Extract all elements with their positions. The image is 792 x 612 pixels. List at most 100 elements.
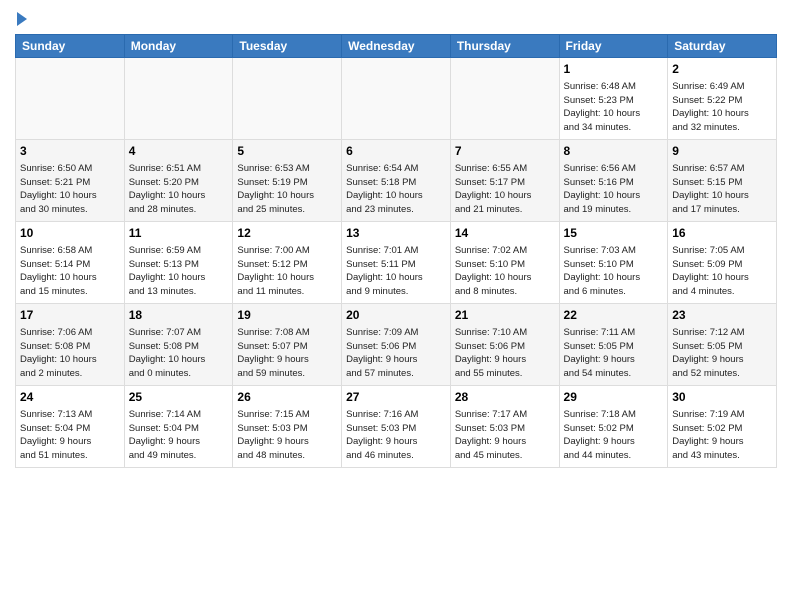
calendar-cell: 20 Sunrise: 7:09 AM Sunset: 5:06 PM Dayli… bbox=[342, 304, 451, 386]
day-number: 24 bbox=[20, 389, 120, 406]
day-info: Sunrise: 6:50 AM Sunset: 5:21 PM Dayligh… bbox=[20, 162, 120, 217]
calendar-cell: 3 Sunrise: 6:50 AM Sunset: 5:21 PM Daylig… bbox=[16, 140, 125, 222]
days-of-week-row: SundayMondayTuesdayWednesdayThursdayFrid… bbox=[16, 35, 777, 58]
day-number: 2 bbox=[672, 61, 772, 78]
day-info: Sunrise: 7:15 AM Sunset: 5:03 PM Dayligh… bbox=[237, 408, 337, 463]
day-info: Sunrise: 7:19 AM Sunset: 5:02 PM Dayligh… bbox=[672, 408, 772, 463]
day-info: Sunrise: 7:09 AM Sunset: 5:06 PM Dayligh… bbox=[346, 326, 446, 381]
day-number: 20 bbox=[346, 307, 446, 324]
page-container: SundayMondayTuesdayWednesdayThursdayFrid… bbox=[0, 0, 792, 476]
calendar-cell: 4Sunrise: 6:51 AM Sunset: 5:20 PM Daylig… bbox=[124, 140, 233, 222]
calendar-cell: 15 Sunrise: 7:03 AM Sunset: 5:10 PM Dayli… bbox=[559, 222, 668, 304]
day-number: 29 bbox=[564, 389, 664, 406]
calendar-cell: 26 Sunrise: 7:15 AM Sunset: 5:03 PM Dayli… bbox=[233, 386, 342, 468]
calendar-cell: 10 Sunrise: 6:58 AM Sunset: 5:14 PM Dayli… bbox=[16, 222, 125, 304]
calendar-cell bbox=[16, 58, 125, 140]
day-of-week-saturday: Saturday bbox=[668, 35, 777, 58]
day-info: Sunrise: 7:03 AM Sunset: 5:10 PM Dayligh… bbox=[564, 244, 664, 299]
calendar-cell bbox=[450, 58, 559, 140]
day-info: Sunrise: 6:48 AM Sunset: 5:23 PM Dayligh… bbox=[564, 80, 664, 135]
day-number: 23 bbox=[672, 307, 772, 324]
logo-arrow-icon bbox=[17, 12, 27, 26]
calendar-cell: 8Sunrise: 6:56 AM Sunset: 5:16 PM Daylig… bbox=[559, 140, 668, 222]
day-number: 4 bbox=[129, 143, 229, 160]
day-number: 6 bbox=[346, 143, 446, 160]
calendar-cell: 28 Sunrise: 7:17 AM Sunset: 5:03 PM Dayli… bbox=[450, 386, 559, 468]
week-row-5: 24 Sunrise: 7:13 AM Sunset: 5:04 PM Dayli… bbox=[16, 386, 777, 468]
day-info: Sunrise: 7:11 AM Sunset: 5:05 PM Dayligh… bbox=[564, 326, 664, 381]
day-number: 9 bbox=[672, 143, 772, 160]
day-info: Sunrise: 6:49 AM Sunset: 5:22 PM Dayligh… bbox=[672, 80, 772, 135]
calendar-cell: 5Sunrise: 6:53 AM Sunset: 5:19 PM Daylig… bbox=[233, 140, 342, 222]
day-info: Sunrise: 7:12 AM Sunset: 5:05 PM Dayligh… bbox=[672, 326, 772, 381]
calendar-cell: 1Sunrise: 6:48 AM Sunset: 5:23 PM Daylig… bbox=[559, 58, 668, 140]
calendar-cell: 22 Sunrise: 7:11 AM Sunset: 5:05 PM Dayli… bbox=[559, 304, 668, 386]
day-number: 19 bbox=[237, 307, 337, 324]
calendar-cell: 12 Sunrise: 7:00 AM Sunset: 5:12 PM Dayli… bbox=[233, 222, 342, 304]
calendar-body: 1Sunrise: 6:48 AM Sunset: 5:23 PM Daylig… bbox=[16, 58, 777, 468]
day-of-week-friday: Friday bbox=[559, 35, 668, 58]
day-number: 8 bbox=[564, 143, 664, 160]
day-info: Sunrise: 7:05 AM Sunset: 5:09 PM Dayligh… bbox=[672, 244, 772, 299]
week-row-4: 17Sunrise: 7:06 AM Sunset: 5:08 PM Dayli… bbox=[16, 304, 777, 386]
calendar-cell bbox=[233, 58, 342, 140]
day-number: 25 bbox=[129, 389, 229, 406]
calendar-cell: 16Sunrise: 7:05 AM Sunset: 5:09 PM Dayli… bbox=[668, 222, 777, 304]
day-number: 15 bbox=[564, 225, 664, 242]
calendar-cell: 11 Sunrise: 6:59 AM Sunset: 5:13 PM Dayli… bbox=[124, 222, 233, 304]
day-info: Sunrise: 6:55 AM Sunset: 5:17 PM Dayligh… bbox=[455, 162, 555, 217]
day-info: Sunrise: 7:18 AM Sunset: 5:02 PM Dayligh… bbox=[564, 408, 664, 463]
day-number: 10 bbox=[20, 225, 120, 242]
day-number: 11 bbox=[129, 225, 229, 242]
day-info: Sunrise: 7:02 AM Sunset: 5:10 PM Dayligh… bbox=[455, 244, 555, 299]
calendar-cell: 25 Sunrise: 7:14 AM Sunset: 5:04 PM Dayli… bbox=[124, 386, 233, 468]
day-info: Sunrise: 6:57 AM Sunset: 5:15 PM Dayligh… bbox=[672, 162, 772, 217]
day-number: 28 bbox=[455, 389, 555, 406]
day-of-week-sunday: Sunday bbox=[16, 35, 125, 58]
week-row-2: 3 Sunrise: 6:50 AM Sunset: 5:21 PM Daylig… bbox=[16, 140, 777, 222]
day-number: 3 bbox=[20, 143, 120, 160]
header bbox=[15, 10, 777, 26]
calendar-cell bbox=[124, 58, 233, 140]
day-info: Sunrise: 7:01 AM Sunset: 5:11 PM Dayligh… bbox=[346, 244, 446, 299]
day-of-week-thursday: Thursday bbox=[450, 35, 559, 58]
day-number: 7 bbox=[455, 143, 555, 160]
day-info: Sunrise: 7:17 AM Sunset: 5:03 PM Dayligh… bbox=[455, 408, 555, 463]
calendar-table: SundayMondayTuesdayWednesdayThursdayFrid… bbox=[15, 34, 777, 468]
calendar-cell: 23 Sunrise: 7:12 AM Sunset: 5:05 PM Dayli… bbox=[668, 304, 777, 386]
day-info: Sunrise: 7:14 AM Sunset: 5:04 PM Dayligh… bbox=[129, 408, 229, 463]
day-info: Sunrise: 7:16 AM Sunset: 5:03 PM Dayligh… bbox=[346, 408, 446, 463]
week-row-3: 10 Sunrise: 6:58 AM Sunset: 5:14 PM Dayli… bbox=[16, 222, 777, 304]
week-row-1: 1Sunrise: 6:48 AM Sunset: 5:23 PM Daylig… bbox=[16, 58, 777, 140]
day-number: 12 bbox=[237, 225, 337, 242]
day-info: Sunrise: 7:13 AM Sunset: 5:04 PM Dayligh… bbox=[20, 408, 120, 463]
calendar-cell: 18 Sunrise: 7:07 AM Sunset: 5:08 PM Dayli… bbox=[124, 304, 233, 386]
calendar-cell: 6 Sunrise: 6:54 AM Sunset: 5:18 PM Daylig… bbox=[342, 140, 451, 222]
calendar-cell: 27 Sunrise: 7:16 AM Sunset: 5:03 PM Dayli… bbox=[342, 386, 451, 468]
calendar-cell: 29 Sunrise: 7:18 AM Sunset: 5:02 PM Dayli… bbox=[559, 386, 668, 468]
calendar-cell: 21 Sunrise: 7:10 AM Sunset: 5:06 PM Dayli… bbox=[450, 304, 559, 386]
logo bbox=[15, 10, 27, 26]
day-number: 30 bbox=[672, 389, 772, 406]
calendar-cell: 17Sunrise: 7:06 AM Sunset: 5:08 PM Dayli… bbox=[16, 304, 125, 386]
logo-text bbox=[15, 10, 27, 26]
day-info: Sunrise: 7:10 AM Sunset: 5:06 PM Dayligh… bbox=[455, 326, 555, 381]
calendar-cell: 14Sunrise: 7:02 AM Sunset: 5:10 PM Dayli… bbox=[450, 222, 559, 304]
calendar-cell: 13 Sunrise: 7:01 AM Sunset: 5:11 PM Dayli… bbox=[342, 222, 451, 304]
day-number: 13 bbox=[346, 225, 446, 242]
calendar-cell: 24 Sunrise: 7:13 AM Sunset: 5:04 PM Dayli… bbox=[16, 386, 125, 468]
day-info: Sunrise: 7:00 AM Sunset: 5:12 PM Dayligh… bbox=[237, 244, 337, 299]
day-info: Sunrise: 6:59 AM Sunset: 5:13 PM Dayligh… bbox=[129, 244, 229, 299]
day-number: 18 bbox=[129, 307, 229, 324]
day-number: 26 bbox=[237, 389, 337, 406]
day-number: 21 bbox=[455, 307, 555, 324]
day-number: 27 bbox=[346, 389, 446, 406]
day-number: 5 bbox=[237, 143, 337, 160]
calendar-header: SundayMondayTuesdayWednesdayThursdayFrid… bbox=[16, 35, 777, 58]
day-info: Sunrise: 7:07 AM Sunset: 5:08 PM Dayligh… bbox=[129, 326, 229, 381]
day-info: Sunrise: 6:58 AM Sunset: 5:14 PM Dayligh… bbox=[20, 244, 120, 299]
day-info: Sunrise: 6:54 AM Sunset: 5:18 PM Dayligh… bbox=[346, 162, 446, 217]
calendar-cell bbox=[342, 58, 451, 140]
day-of-week-tuesday: Tuesday bbox=[233, 35, 342, 58]
day-number: 22 bbox=[564, 307, 664, 324]
